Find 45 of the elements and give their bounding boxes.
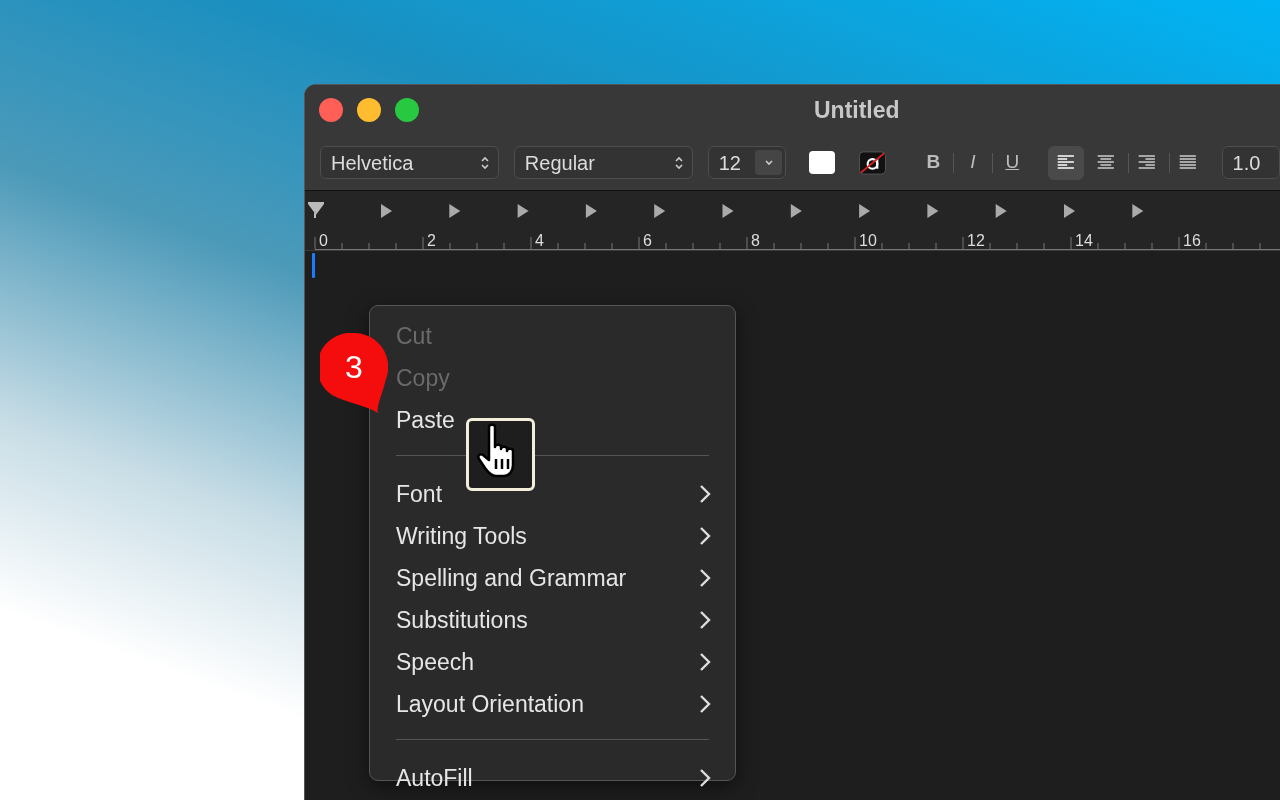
chevron-right-icon	[699, 768, 711, 788]
indent-marker-icon	[306, 199, 326, 219]
text-caret	[312, 253, 315, 278]
font-family-dropdown[interactable]: Helvetica	[320, 146, 499, 179]
ruler-number: 12	[967, 231, 985, 251]
zoom-button[interactable]	[395, 98, 419, 122]
menu-item[interactable]: Substitutions	[392, 599, 735, 641]
menu-item[interactable]: Paste	[392, 399, 735, 441]
close-button[interactable]	[319, 98, 343, 122]
ruler-number: 16	[1183, 231, 1201, 251]
menu-item[interactable]: Writing Tools	[392, 515, 735, 557]
ruler-number: 0	[319, 231, 328, 251]
line-spacing-field[interactable]: 1.0	[1221, 146, 1280, 179]
window-title: Untitled	[814, 95, 900, 125]
menu-item[interactable]: Font	[392, 473, 735, 515]
menu-item[interactable]: Speech	[392, 641, 735, 683]
bold-button[interactable]: B	[914, 148, 953, 177]
ruler-number: 14	[1075, 231, 1093, 251]
chevron-right-icon	[699, 694, 711, 714]
menu-item[interactable]: AutoFill	[392, 757, 735, 799]
font-style-dropdown[interactable]: Regular	[513, 146, 693, 179]
ruler-number: 6	[643, 231, 652, 251]
chevron-right-icon	[699, 568, 711, 588]
font-size-stepper[interactable]	[755, 150, 783, 175]
ruler-number: 4	[535, 231, 544, 251]
text-color-swatch[interactable]	[809, 151, 836, 174]
chevron-right-icon	[699, 526, 711, 546]
ruler-number: 10	[859, 231, 877, 251]
chevron-right-icon	[699, 610, 711, 630]
menu-item[interactable]: Layout Orientation	[392, 683, 735, 725]
updown-arrows-icon	[479, 154, 490, 171]
chevron-down-icon	[763, 158, 774, 167]
chevron-right-icon	[699, 652, 711, 672]
align-left-button[interactable]	[1047, 145, 1084, 180]
ruler-number: 2	[427, 231, 436, 251]
font-size-field[interactable]: 12	[707, 146, 787, 179]
italic-button[interactable]: I	[953, 148, 993, 177]
chevron-right-icon	[699, 484, 711, 504]
step-badge: 3	[320, 333, 388, 413]
highlight-color-swatch[interactable]	[859, 150, 887, 175]
menu-item[interactable]: Spelling and Grammar	[392, 557, 735, 599]
updown-arrows-icon	[673, 154, 684, 171]
minimize-button[interactable]	[357, 98, 381, 122]
underline-button[interactable]: U	[993, 148, 1032, 177]
ruler-number: 8	[751, 231, 760, 251]
